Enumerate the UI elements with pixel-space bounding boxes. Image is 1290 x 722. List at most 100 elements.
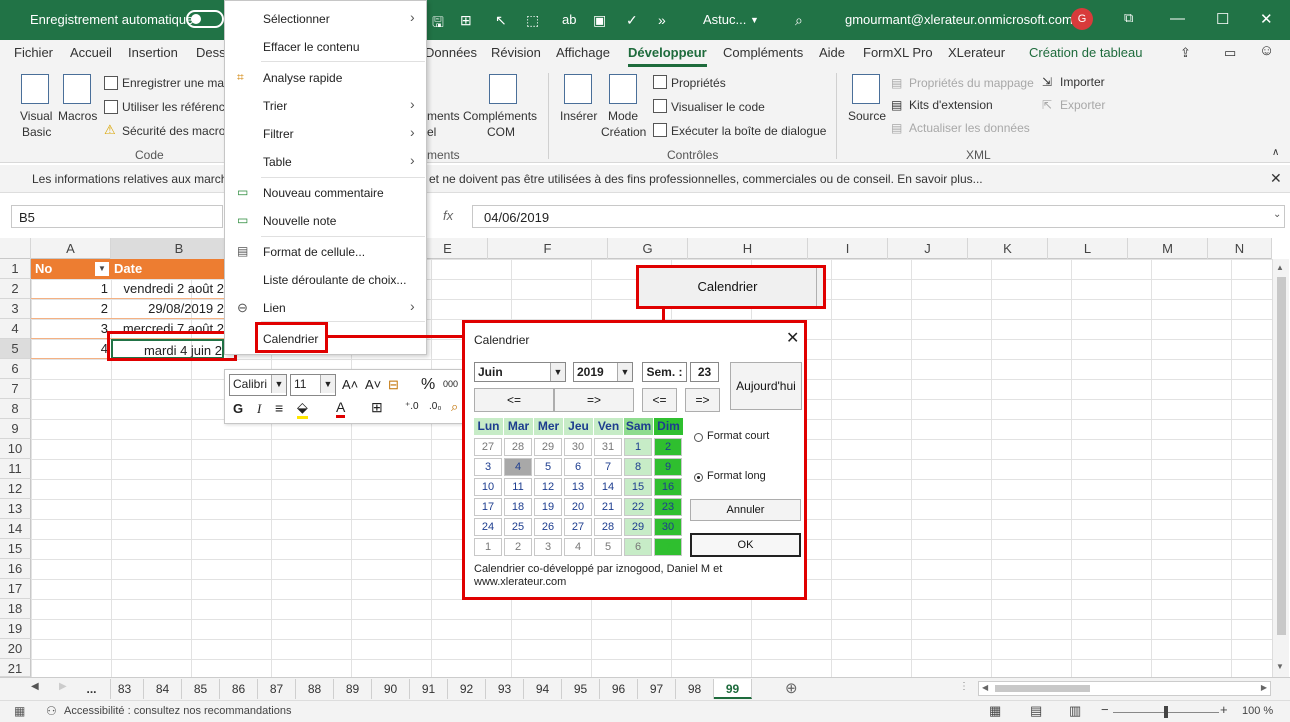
format-icon[interactable]: ⊟ [388,377,399,393]
name-box[interactable]: B5 [11,205,223,228]
calendar-day[interactable]: 4 [564,538,592,556]
row-header[interactable]: 6 [0,359,31,379]
visual-basic-label[interactable]: Visual [20,109,52,123]
column-header[interactable]: M [1128,238,1208,259]
column-header[interactable]: F [488,238,608,259]
row-header[interactable]: 7 [0,379,31,399]
sheet-tab[interactable]: 87 [258,679,296,699]
table-header-date[interactable]: Date [111,259,224,279]
tab-donnees[interactable]: Données [425,45,477,60]
tab-xlerateur[interactable]: XLerateur [948,45,1005,60]
calendar-day[interactable]: 17 [474,498,502,516]
check-icon[interactable]: ✓ [626,12,638,29]
calendar-day[interactable]: 6 [624,538,652,556]
calendar-day[interactable]: 12 [534,478,562,496]
calendar-day[interactable]: 25 [504,518,532,536]
column-header[interactable]: L [1048,238,1128,259]
export-button[interactable]: Exporter [1060,98,1105,112]
calendar-day-selected[interactable]: 4 [504,458,532,476]
percent-button[interactable]: % [421,376,435,394]
next-year-button[interactable]: => [685,388,720,412]
bold-button[interactable]: G [233,401,243,416]
expand-formula-icon[interactable]: ⌄ [1273,209,1281,220]
table-cell-no[interactable]: 1 [31,279,111,299]
message-text-right[interactable]: et ne doivent pas être utilisées à des f… [429,172,983,186]
macro-record-icon[interactable]: ▦ [14,704,25,718]
calendar-day[interactable]: 1 [624,438,652,456]
calendar-day[interactable]: 18 [504,498,532,516]
refresh-data-button[interactable]: Actualiser les données [909,121,1030,135]
macros-button[interactable]: Macros [58,109,97,123]
design-mode-label[interactable]: Mode [608,109,638,123]
page-layout-icon[interactable]: ▤ [1030,703,1042,719]
cancel-button[interactable]: Annuler [690,499,801,521]
row-header[interactable]: 21 [0,659,31,677]
zoom-slider-thumb[interactable] [1164,706,1168,718]
row-header[interactable]: 9 [0,419,31,439]
tab-aide[interactable]: Aide [819,45,845,60]
import-button[interactable]: Importer [1060,75,1105,89]
sheet-tab[interactable]: 84 [144,679,182,699]
search-icon[interactable]: ⌕ [795,12,803,29]
table-header-no[interactable]: No ▼ [31,259,111,279]
prev-sheet-icon[interactable]: ◀ [31,681,39,692]
grid-icon[interactable]: ⊞ [460,12,472,29]
normal-view-icon[interactable]: ▦ [989,703,1001,719]
calendar-day[interactable]: 23 [654,498,682,516]
sheet-tab[interactable]: 89 [334,679,372,699]
calendar-day[interactable]: 14 [594,478,622,496]
calendar-day[interactable]: 22 [624,498,652,516]
calendar-day[interactable]: 10 [474,478,502,496]
menu-item-new-note[interactable]: Nouvelle note [263,214,336,228]
year-select[interactable]: 2019 ▼ [573,362,633,382]
column-header[interactable]: G [608,238,688,259]
next-month-button[interactable]: => [554,388,634,412]
row-header[interactable]: 13 [0,499,31,519]
record-macro-button[interactable]: Enregistrer une ma [122,76,224,90]
zoom-in-icon[interactable]: + [1220,702,1228,717]
tab-creation-tableau[interactable]: Création de tableau [1029,45,1142,60]
short-format-label[interactable]: Format court [707,430,769,442]
calendar-day[interactable]: 27 [474,438,502,456]
calendar-day[interactable]: 5 [534,458,562,476]
close-icon[interactable]: ✕ [786,328,799,348]
column-header[interactable]: J [888,238,968,259]
pointer-icon[interactable]: ↖ [495,12,507,29]
ribbon-display-icon[interactable]: ⧉ [1124,10,1133,26]
menu-item-table[interactable]: Table [263,155,292,169]
row-header[interactable]: 1 [0,259,31,279]
select-icon[interactable]: ⬚ [526,12,539,29]
view-code-button[interactable]: Visualiser le code [671,100,765,114]
radio-short-format[interactable] [694,433,703,442]
calendar-day[interactable]: 11 [504,478,532,496]
calendar-day[interactable]: 30 [654,518,682,536]
vertical-scrollbar[interactable]: ▲ ▼ [1272,259,1289,677]
align-center-icon[interactable]: ≡ [275,400,283,416]
design-mode-label-2[interactable]: Création [601,125,646,139]
ok-button[interactable]: OK [690,533,801,557]
column-header[interactable]: N [1208,238,1272,259]
calendar-day[interactable]: 19 [534,498,562,516]
calendar-day[interactable]: 5 [594,538,622,556]
menu-item-select[interactable]: Sélectionner [263,12,330,26]
sheet-tab[interactable]: 93 [486,679,524,699]
sheet-tab[interactable]: 98 [676,679,714,699]
menu-item-clear-contents[interactable]: Effacer le contenu [263,40,360,54]
row-header[interactable]: 4 [0,319,31,339]
smiley-icon[interactable]: ☺ [1259,42,1274,59]
row-header[interactable]: 12 [0,479,31,499]
calendar-day[interactable]: 6 [564,458,592,476]
tab-dessin[interactable]: Dess [196,45,226,60]
radio-long-format[interactable] [694,473,703,482]
expansion-packs-button[interactable]: Kits d'extension [909,98,993,112]
calendar-day[interactable]: 16 [654,478,682,496]
calendar-day[interactable]: 29 [534,438,562,456]
table-cell-date[interactable]: vendredi 2 août 2 [111,279,224,299]
sheet-tab-active[interactable]: 99 [714,679,752,699]
scroll-thumb[interactable] [995,685,1090,692]
calendar-day[interactable]: 27 [564,518,592,536]
calendar-day[interactable]: 13 [564,478,592,496]
strikethrough-icon[interactable]: ab [562,12,576,27]
accessibility-status[interactable]: Accessibilité : consultez nos recommanda… [64,705,291,717]
decrease-decimal-icon[interactable]: .0₀ [429,401,442,412]
